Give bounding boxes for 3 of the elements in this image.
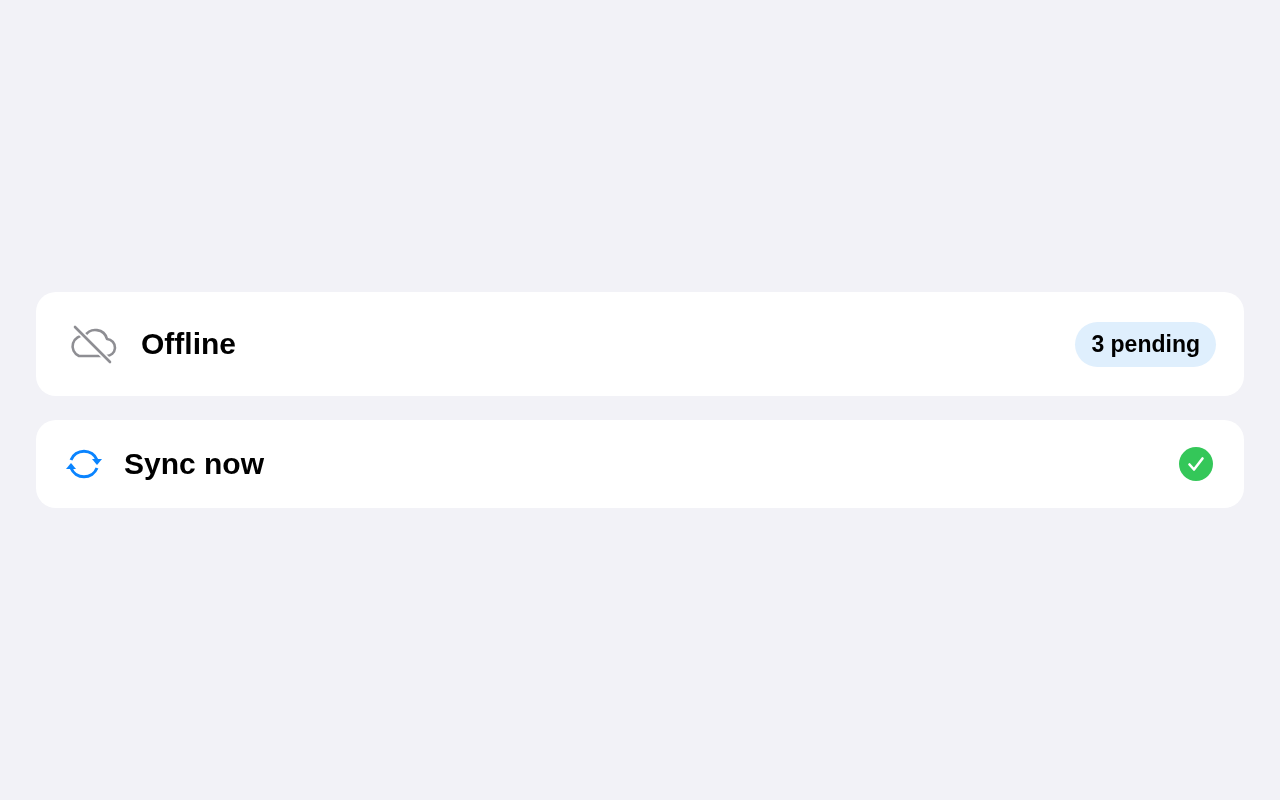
sync-button[interactable]: Sync now <box>36 420 1244 508</box>
status-label: Offline <box>141 327 236 361</box>
pending-badge: 3 pending <box>1075 321 1216 367</box>
